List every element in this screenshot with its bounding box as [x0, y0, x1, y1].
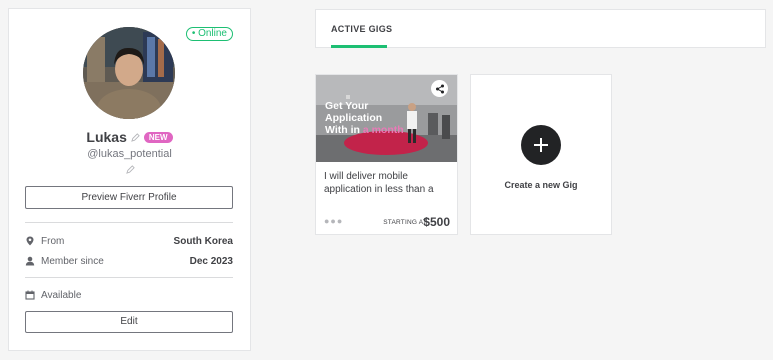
divider: [25, 277, 233, 278]
pencil-icon[interactable]: [131, 132, 140, 142]
avatar[interactable]: [83, 27, 175, 119]
edit-profile-button[interactable]: Edit: [25, 311, 233, 333]
username: @lukas_potential: [87, 148, 172, 160]
new-seller-badge: NEW: [143, 131, 173, 143]
online-status-badge: • Online: [185, 27, 233, 41]
preview-profile-button[interactable]: Preview Fiverr Profile: [25, 186, 233, 209]
starting-at-label: STARTING AT: [383, 219, 427, 226]
gig-thumbnail[interactable]: Get Your Application With in a month: [316, 75, 457, 162]
thumbnail-caption: Get Your Application With in a month: [325, 100, 404, 136]
active-tab-indicator: [331, 45, 387, 48]
location-pin-icon: [26, 236, 34, 246]
create-gig-label[interactable]: Create a new Gig: [471, 180, 611, 190]
thumbnail-caption-line: Application: [325, 112, 383, 124]
create-gig-card[interactable]: Create a new Gig: [470, 74, 612, 235]
thumbnail-caption-line: With in a month: [325, 124, 404, 136]
thumbnail-caption-highlight: a month: [362, 124, 404, 136]
info-value: Dec 2023: [189, 255, 233, 267]
name-row: Lukas NEW: [9, 129, 250, 145]
info-label: Member since: [41, 255, 104, 267]
share-icon: [435, 84, 444, 93]
tab-active-gigs[interactable]: ACTIVE GIGS: [331, 10, 392, 48]
divider: [25, 222, 233, 223]
profile-card: • Online Lukas NEW @lukas_potential Prev…: [8, 8, 251, 351]
info-row-availability: Available: [25, 288, 233, 302]
profile-name: Lukas: [86, 129, 127, 145]
create-gig-button[interactable]: [521, 125, 561, 165]
calendar-icon: [25, 290, 35, 300]
gig-title[interactable]: I will deliver mobile application in les…: [324, 170, 450, 196]
gig-price: $500: [423, 215, 450, 229]
plus-icon: [534, 138, 548, 152]
info-label: From: [41, 235, 65, 247]
share-button[interactable]: [431, 80, 448, 97]
availability-label: Available: [41, 289, 82, 301]
info-value: South Korea: [173, 235, 233, 247]
edit-pencil-icon[interactable]: [126, 165, 135, 174]
user-icon: [25, 256, 35, 266]
info-row-member-since: Member since Dec 2023: [25, 254, 233, 268]
thumbnail-caption-line: Get Your: [325, 100, 369, 112]
gig-card[interactable]: Get Your Application With in a month I w…: [315, 74, 458, 235]
gigs-tabs-bar: ACTIVE GIGS: [315, 9, 766, 48]
thumbnail-caption-prefix: With in: [325, 124, 363, 136]
info-row-from: From South Korea: [25, 234, 233, 248]
more-dots-icon[interactable]: ●●●: [324, 216, 343, 226]
